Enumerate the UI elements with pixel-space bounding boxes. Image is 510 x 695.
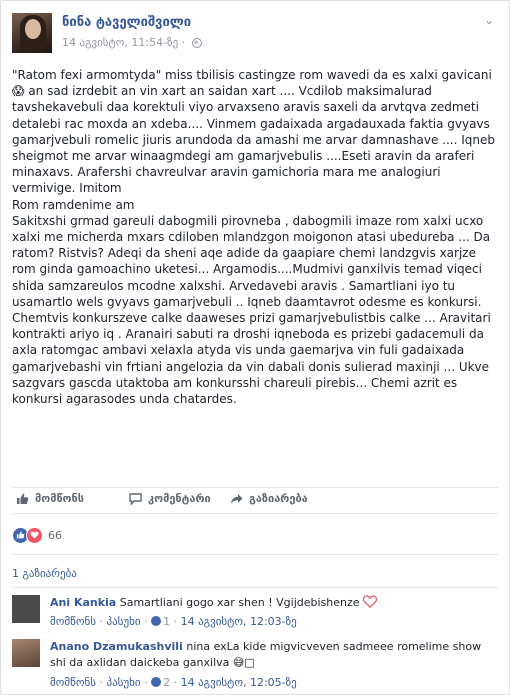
comment-like-count[interactable]: 1 <box>163 615 170 628</box>
like-button[interactable]: მომწონს <box>16 492 84 505</box>
thumbs-up-icon <box>17 493 29 504</box>
globe-icon[interactable] <box>191 38 202 48</box>
like-label: მომწონს <box>35 492 85 505</box>
divider <box>12 587 498 588</box>
post-actions: მომწონს კომენტარი გაზიარება <box>12 487 498 512</box>
dot-separator: · <box>181 36 186 49</box>
comment-label: კომენტარი <box>148 492 211 505</box>
comment-text-block: Ani Kankia Samartliani gogo xar shen ! V… <box>50 595 490 611</box>
commenter-avatar[interactable] <box>12 639 40 667</box>
comment-text-block: Anano Dzamukashvili nina exLa kide migvi… <box>50 639 490 671</box>
comment-timestamp[interactable]: 14 აგვისტო, 12:03-ზე <box>181 615 297 628</box>
reactions-summary[interactable]: 66 <box>12 526 62 544</box>
comment-bubble-icon <box>129 492 142 505</box>
post-meta: 14 აგვისტო, 11:54-ზე · <box>62 36 202 49</box>
share-label: გაზიარება <box>249 492 308 505</box>
share-arrow-icon <box>230 493 243 504</box>
share-button[interactable]: გაზიარება <box>230 492 308 505</box>
reaction-count: 66 <box>48 528 62 542</box>
chevron-down-icon[interactable]: ⌄ <box>484 14 494 26</box>
heart-icon <box>363 595 378 608</box>
commenter-name[interactable]: Anano Dzamukashvili <box>50 640 183 653</box>
author-avatar[interactable] <box>12 13 52 53</box>
post-body: "Ratom fexi armomtyda" miss tbilisis cas… <box>12 68 496 407</box>
comment-like-count[interactable]: 2 <box>163 676 170 689</box>
comment-reply-link[interactable]: პასუხი <box>106 676 140 689</box>
divider <box>12 513 498 514</box>
comment-item: Anano Dzamukashvili nina exLa kide migvi… <box>12 639 498 691</box>
commenter-name[interactable]: Ani Kankia <box>50 596 116 609</box>
post-header: ნინა ტაველიშვილი 14 აგვისტო, 11:54-ზე · … <box>12 11 498 55</box>
comment-reply-link[interactable]: პასუხი <box>106 615 140 628</box>
comment-item: Ani Kankia Samartliani gogo xar shen ! V… <box>12 595 498 631</box>
post-card: ნინა ტაველიშვილი 14 აგვისტო, 11:54-ზე · … <box>0 0 510 695</box>
avatar-face <box>25 19 41 39</box>
divider <box>12 554 498 555</box>
comment-text: Samartliani gogo xar shen ! Vgijdebishen… <box>119 596 360 609</box>
comment-meta: მომწონს · პასუხი · 1 · 14 აგვისტო, 12:03… <box>50 615 297 628</box>
share-count-link[interactable]: 1 გაზიარება <box>12 567 77 580</box>
like-count-icon <box>151 677 162 687</box>
author-name[interactable]: ნინა ტაველიშვილი <box>62 15 191 30</box>
comment-button[interactable]: კომენტარი <box>129 492 211 505</box>
comment-meta: მომწონს · პასუხი · 2 · 14 აგვისტო, 12:05… <box>50 676 297 689</box>
comment-timestamp[interactable]: 14 აგვისტო, 12:05-ზე <box>181 676 297 689</box>
like-count-icon <box>151 616 162 626</box>
comment-like-link[interactable]: მომწონს <box>50 615 96 628</box>
post-timestamp[interactable]: 14 აგვისტო, 11:54-ზე <box>62 36 178 49</box>
love-reaction-icon <box>26 526 43 544</box>
commenter-avatar[interactable] <box>12 595 40 623</box>
comment-like-link[interactable]: მომწონს <box>50 676 96 689</box>
